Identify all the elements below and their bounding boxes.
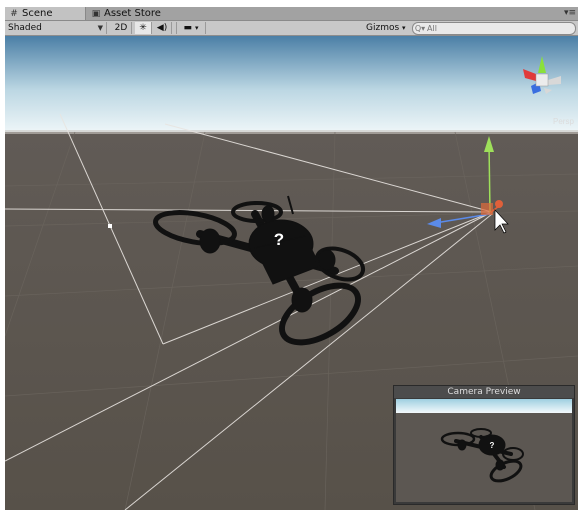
sky-background [5, 36, 578, 134]
chevron-down-icon: ▾ [402, 24, 406, 32]
tab-scene[interactable]: # Scene [5, 7, 86, 20]
search-icon: Q▾ [414, 24, 426, 33]
camera-preview-panel: Camera Preview ? [393, 385, 575, 505]
tab-menu-icon[interactable]: ▾≡ [564, 7, 576, 19]
image-icon: ▬ [183, 23, 193, 33]
2d-toggle-button[interactable]: 2D [111, 22, 132, 34]
scene-grid-icon: # [10, 9, 18, 19]
gizmos-label: Gizmos [366, 23, 400, 33]
search-field[interactable]: Q▾ [412, 22, 576, 35]
audio-toggle-button[interactable]: ◀) [153, 22, 172, 34]
scene-toolbar: Shaded ▼ 2D ✳ ◀) ▬ ▾ Gizmos ▾ Q▾ [5, 21, 578, 36]
shading-mode-label: Shaded [8, 23, 42, 33]
tab-scene-label: Scene [22, 8, 53, 19]
tab-asset-store-label: Asset Store [104, 8, 161, 19]
scene-window: # Scene ▣ Asset Store ▾≡ Shaded ▼ 2D ✳ ◀) … [5, 7, 578, 510]
sun-icon: ✳ [139, 23, 147, 33]
persp-label: Persp [553, 117, 574, 126]
shading-mode-dropdown[interactable]: Shaded ▼ [8, 22, 107, 34]
lighting-toggle-button[interactable]: ✳ [135, 22, 152, 34]
camera-preview-title: Camera Preview [394, 386, 574, 398]
speaker-icon: ◀) [156, 23, 168, 33]
effects-dropdown[interactable]: ▬ ▾ [176, 22, 206, 34]
drone-missing-icon: ? [274, 230, 284, 249]
chevron-down-icon: ▼ [97, 24, 103, 32]
preview-drone-missing-icon: ? [490, 441, 495, 450]
tab-asset-store[interactable]: ▣ Asset Store [87, 7, 173, 20]
chevron-down-icon: ▾ [194, 24, 199, 32]
gizmos-dropdown[interactable]: Gizmos ▾ [366, 22, 408, 34]
camera-preview-view: ? [396, 399, 572, 502]
search-input[interactable] [427, 24, 557, 33]
tab-bar: # Scene ▣ Asset Store ▾≡ [5, 7, 578, 21]
asset-store-icon: ▣ [91, 9, 101, 19]
light-point-handle[interactable] [108, 224, 112, 228]
